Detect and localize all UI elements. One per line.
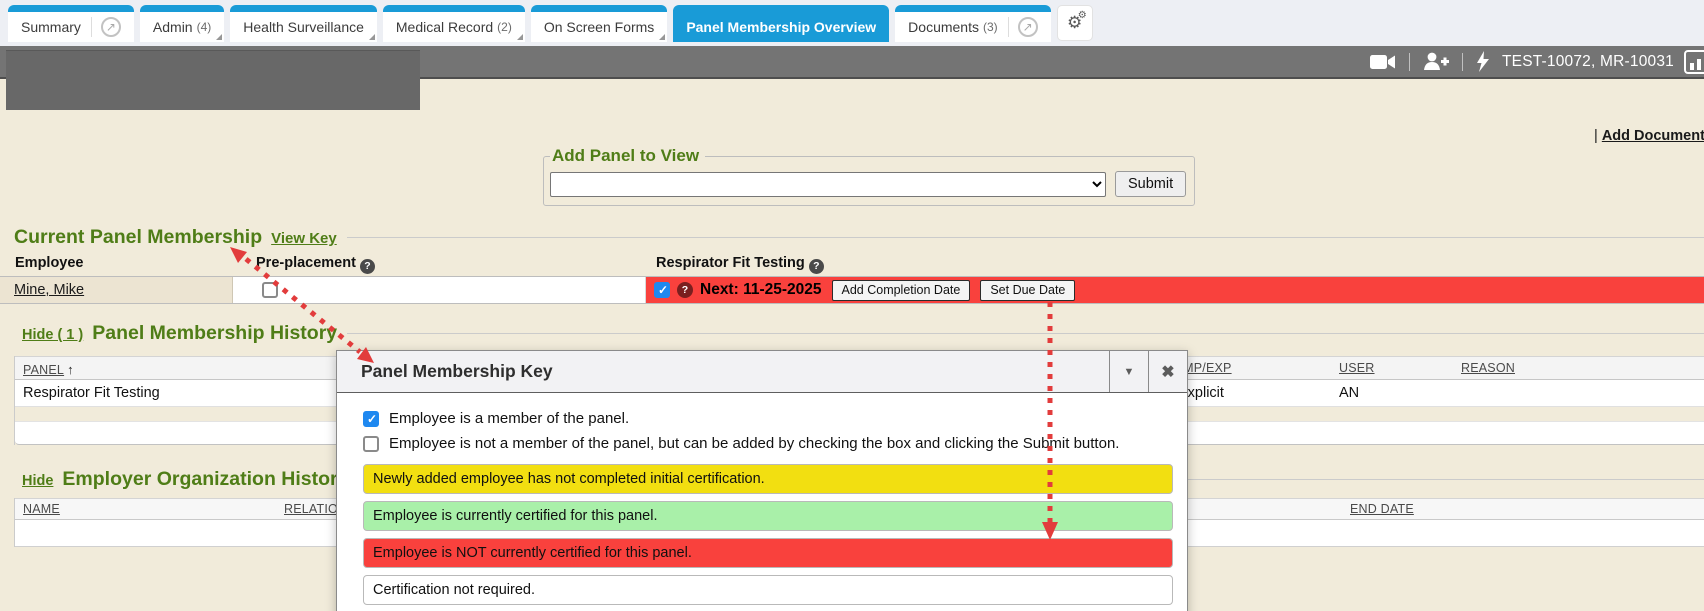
tab-count: (3) [983, 20, 998, 34]
add-document-row: | Add Document [1594, 128, 1704, 144]
chevron-down-icon: ▼ [1124, 366, 1135, 378]
employee-cell: Mine, Mike [0, 277, 233, 303]
set-due-date-button[interactable]: Set Due Date [980, 280, 1075, 301]
toolbar-divider [1409, 53, 1410, 71]
add-person-icon[interactable] [1423, 52, 1449, 71]
hide-employer-link[interactable]: Hide [22, 473, 53, 489]
collapsed-panel-placeholder [6, 50, 420, 110]
close-icon: ✖ [1161, 362, 1174, 382]
tab-label: Health Surveillance [243, 19, 364, 35]
external-link-icon[interactable]: ↗ [1018, 17, 1038, 37]
table-row: Mine, Mike ? Next: 11-25-2025 Add Comple… [0, 276, 1704, 304]
tab-on-screen-forms[interactable]: On Screen Forms [531, 5, 667, 42]
key-nonmember-row: Employee is not a member of the panel, b… [363, 431, 1171, 456]
preplacement-checkbox[interactable] [262, 282, 278, 298]
section-title: Employer Organization History [62, 468, 348, 491]
add-completion-date-button[interactable]: Add Completion Date [832, 280, 971, 301]
tab-label: Summary [21, 19, 81, 35]
member-unchecked-checkbox[interactable] [363, 436, 379, 452]
key-member-row: Employee is a member of the panel. [363, 406, 1171, 431]
key-bar-yellow: Newly added employee has not completed i… [363, 464, 1173, 494]
history-user-value: AN [1339, 385, 1359, 401]
add-document-link[interactable]: Add Document [1602, 128, 1704, 144]
key-bar-green: Employee is currently certified for this… [363, 501, 1173, 531]
tab-medical-record[interactable]: Medical Record (2) [383, 5, 525, 42]
sort-header-panel[interactable]: PANEL [23, 363, 64, 377]
col-preplacement: Pre-placement? [256, 255, 375, 274]
toolbar-divider [1462, 53, 1463, 71]
heading-rule [347, 333, 1704, 334]
sort-header-end-date[interactable]: END DATE [1350, 502, 1414, 516]
dialog-title: Panel Membership Key [337, 351, 1109, 392]
tab-label: Panel Membership Overview [686, 19, 876, 35]
key-text: Employee is a member of the panel. [389, 410, 629, 427]
sort-asc-icon: ↑ [67, 362, 74, 377]
key-text: Employee is not a member of the panel, b… [389, 435, 1119, 452]
col-respirator: Respirator Fit Testing? [656, 255, 824, 274]
app-window: Summary ↗ Admin (4) Health Surveillance … [0, 0, 1704, 611]
tab-admin[interactable]: Admin (4) [140, 5, 224, 42]
add-panel-fieldset: Add Panel to View Submit [543, 146, 1195, 206]
sort-header-name[interactable]: NAME [23, 502, 60, 516]
help-icon[interactable]: ? [677, 282, 693, 298]
submit-button[interactable]: Submit [1115, 171, 1186, 197]
dialog-titlebar: Panel Membership Key ▼ ✖ [337, 351, 1187, 393]
key-bar-red: Employee is NOT currently certified for … [363, 538, 1173, 568]
col-employee: Employee [15, 255, 84, 271]
next-due-label: Next: 11-25-2025 [700, 281, 822, 299]
respirator-status-cell: ? Next: 11-25-2025 Add Completion Date S… [646, 277, 1704, 303]
employee-link[interactable]: Mine, Mike [14, 282, 84, 298]
respirator-checkbox[interactable] [654, 282, 670, 298]
tab-summary[interactable]: Summary ↗ [8, 5, 134, 42]
history-heading: Hide ( 1 ) Panel Membership History [22, 322, 1704, 345]
collapse-button[interactable]: ▼ [1109, 351, 1148, 392]
tab-bar: Summary ↗ Admin (4) Health Surveillance … [0, 0, 1704, 46]
sort-header-user[interactable]: USER [1339, 361, 1375, 375]
settings-gears-button[interactable]: ⚙ ⚙ [1057, 5, 1093, 41]
external-link-icon[interactable]: ↗ [101, 17, 121, 37]
hide-history-link[interactable]: Hide ( 1 ) [22, 327, 83, 343]
preplacement-cell [233, 277, 646, 303]
section-title: Current Panel Membership [14, 226, 262, 249]
history-panel-value: Respirator Fit Testing [23, 385, 160, 401]
tab-count: (4) [197, 20, 212, 34]
member-checked-checkbox[interactable] [363, 411, 379, 427]
close-button[interactable]: ✖ [1148, 351, 1187, 392]
panel-select[interactable] [550, 172, 1106, 197]
view-key-link[interactable]: View Key [271, 230, 337, 247]
key-bar-white: Certification not required. [363, 575, 1173, 605]
video-camera-icon[interactable] [1370, 53, 1396, 71]
dialog-body: Employee is a member of the panel. Emplo… [337, 393, 1187, 605]
tab-label: Medical Record [396, 19, 493, 35]
add-panel-legend: Add Panel to View [550, 146, 705, 166]
section-title: Panel Membership History [92, 322, 337, 345]
tab-label: Documents [908, 19, 979, 35]
help-icon[interactable]: ? [809, 259, 824, 274]
tab-health-surveillance[interactable]: Health Surveillance [230, 5, 377, 42]
tab-label: On Screen Forms [544, 19, 654, 35]
tab-label: Admin [153, 19, 193, 35]
tab-documents[interactable]: Documents (3) ↗ [895, 5, 1050, 42]
tab-count: (2) [497, 20, 512, 34]
current-panel-heading: Current Panel Membership View Key [14, 226, 1704, 249]
record-identifier: TEST-10072, MR-10031 [1502, 53, 1674, 71]
current-panel-header-row: Employee Pre-placement? Respirator Fit T… [0, 252, 1704, 276]
lightning-bolt-icon[interactable] [1476, 51, 1490, 72]
panel-membership-key-dialog: Panel Membership Key ▼ ✖ Employee is a m… [336, 350, 1188, 611]
sort-header-reason[interactable]: REASON [1461, 361, 1515, 375]
tab-panel-membership-overview[interactable]: Panel Membership Overview [673, 5, 889, 42]
bar-chart-icon[interactable] [1684, 50, 1704, 74]
heading-rule [347, 237, 1704, 238]
help-icon[interactable]: ? [360, 259, 375, 274]
gear-icon: ⚙ [1078, 10, 1087, 21]
